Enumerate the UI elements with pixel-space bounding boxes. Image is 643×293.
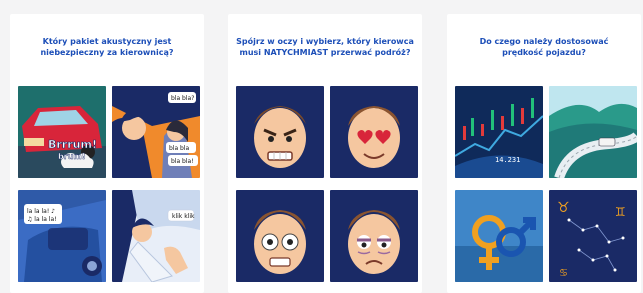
answer-tile-chatting-passengers[interactable]: bla bla? bla bla bla bla! [112, 86, 200, 178]
honking-car-icon: Brrrum! brum! [18, 86, 106, 178]
answer-tile-honking-car[interactable]: Brrrum! brum! [18, 86, 106, 178]
answer-tile-tired-driver[interactable] [330, 190, 418, 282]
singing-driver-icon: la la la! ♪ ♫ la la la! [18, 190, 106, 282]
answer-tile-angry-driver[interactable] [236, 86, 324, 178]
quiz-card-speed: Do czego należy dostosować prędkość poja… [447, 14, 641, 293]
angry-face-icon [236, 86, 324, 178]
question-text: Spójrz w oczy i wybierz, który kierowca … [236, 37, 414, 57]
answer-tile-heart-eyes-driver[interactable] [330, 86, 418, 178]
zodiac-constellation-icon: ♉ ♊ ♋ [549, 190, 637, 282]
svg-text:♋: ♋ [559, 268, 568, 279]
svg-text:♊: ♊ [615, 205, 626, 219]
answer-tile-clicking[interactable]: klik klik [112, 190, 200, 282]
singing-bubble-2: ♫ la la la! [27, 216, 57, 223]
ticker-value: 14.231 [495, 156, 520, 164]
honk-text-secondary: brum! [58, 152, 85, 161]
svg-text:♉: ♉ [557, 200, 570, 216]
answer-tile-singing-driver[interactable]: la la la! ♪ ♫ la la la! [18, 190, 106, 282]
question-text: Do czego należy dostosować prędkość poja… [479, 37, 609, 57]
winding-road-icon [549, 86, 637, 178]
question-text: Który pakiet akustyczny jest niebezpiecz… [40, 37, 174, 57]
honk-text-primary: Brrrum! [48, 138, 97, 151]
stock-chart-icon: 14.231 [455, 86, 543, 178]
quiz-card-eyes: Spójrz w oczy i wybierz, który kierowca … [228, 14, 422, 293]
tired-face-icon [330, 190, 418, 282]
wide-eyed-face-icon [236, 190, 324, 282]
speech-bubble-3: bla bla! [171, 158, 194, 165]
speech-bubble-1: bla bla? [171, 95, 194, 102]
quiz-card-acoustic: Który pakiet akustyczny jest niebezpiecz… [10, 14, 204, 293]
heart-eyes-face-icon [330, 86, 418, 178]
answer-tile-stock-chart[interactable]: 14.231 [455, 86, 543, 178]
answer-tile-zodiac[interactable]: ♉ ♊ ♋ [549, 190, 637, 282]
singing-bubble-1: la la la! ♪ [27, 208, 55, 215]
answer-tile-wide-eyed-driver[interactable] [236, 190, 324, 282]
click-bubble: klik klik [172, 213, 195, 220]
clicking-fingers-icon: klik klik [112, 190, 200, 282]
gender-symbols-icon [455, 190, 543, 282]
answer-tile-gender-symbols[interactable] [455, 190, 543, 282]
answer-tile-winding-road[interactable] [549, 86, 637, 178]
speech-bubble-2: bla bla [169, 145, 190, 152]
chatting-passengers-icon: bla bla? bla bla bla bla! [112, 86, 200, 178]
